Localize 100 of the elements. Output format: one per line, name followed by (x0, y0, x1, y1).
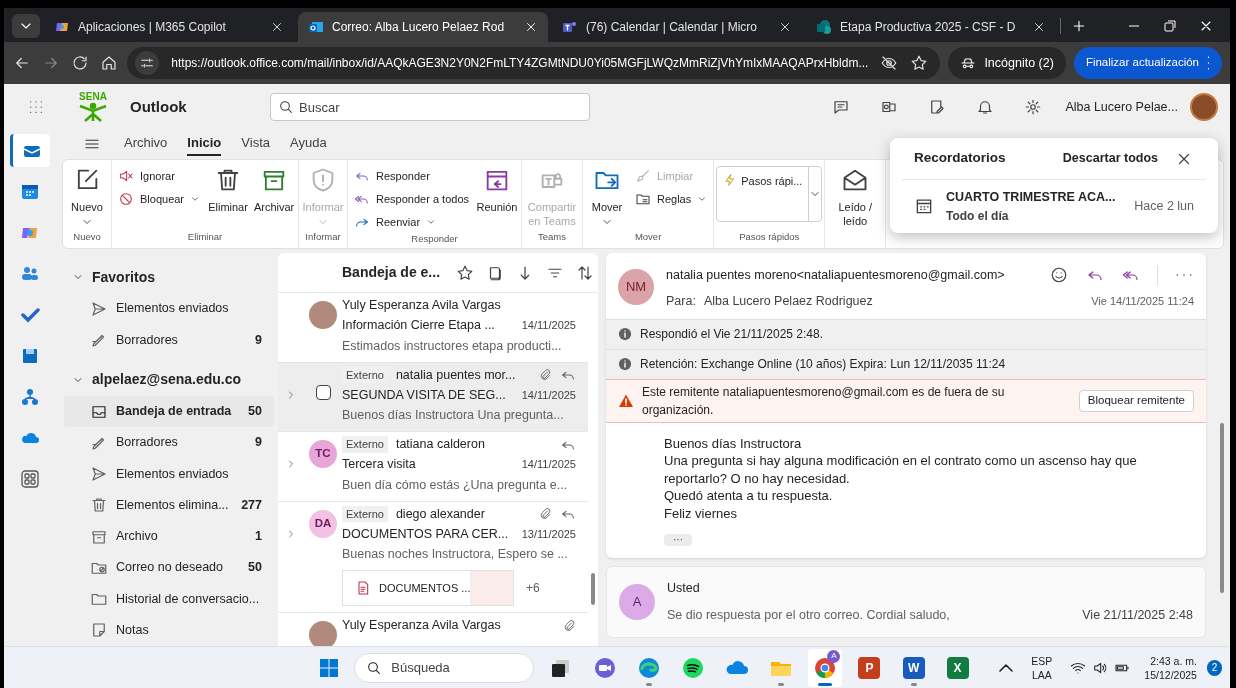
body-text: Una pregunta si hay alguna modificación en el contrato como un ascenso hay que reportarlo? O no hay necesidad. (664, 452, 1138, 488)
menu-tab[interactable]: Ayuda (290, 131, 327, 156)
language-indicator[interactable]: ESP LAA (1027, 653, 1057, 682)
org-chart-icon (20, 386, 40, 407)
nav-rail-item[interactable] (10, 134, 50, 167)
taskbar-search-field[interactable]: Búsqueda (354, 652, 534, 683)
message-preview: Buen día cómo estás ¿Una pregunta e... (342, 476, 569, 494)
block-sender-button[interactable]: Bloquear remitente (1078, 389, 1194, 412)
ribbon-button[interactable]: Reglas (631, 189, 712, 209)
ribbon-button[interactable]: Reunión (475, 166, 519, 214)
browser-tab[interactable]: Correo: Alba Lucero Pelaez Rod (298, 12, 548, 42)
message-subject: Tercera visita (342, 456, 417, 473)
search-icon (366, 659, 383, 676)
external-tag: Externo (342, 436, 388, 453)
app-letter-tile: W (902, 656, 925, 679)
avatar-photo (309, 621, 337, 646)
checkbox[interactable] (315, 384, 331, 400)
caret-up-icon (999, 663, 1013, 672)
sender-name: Yuly Esperanza Avila Vargas (342, 617, 501, 635)
sender-avatar: NM (618, 269, 654, 305)
broom-icon (635, 168, 651, 184)
incognito-button[interactable]: Incógnito (2) (948, 47, 1066, 79)
folder-section-header[interactable]: Favoritos (64, 261, 274, 294)
reminder-subtitle: Todo el día (946, 207, 1010, 225)
ribbon-group-label: Pasos rápidos (738, 229, 801, 244)
ribbon-button[interactable]: Leído / leído (827, 166, 884, 228)
ribbon-button[interactable]: Responder a todos (350, 189, 473, 209)
update-button[interactable]: Finalizar actualización (1073, 47, 1222, 79)
reminder-item[interactable]: CUARTO TRIMESTRE ACA... Todo el día Hace 2 lun (902, 180, 1206, 225)
dismiss-all-button[interactable]: Descartar todos (1062, 149, 1158, 168)
folder-item[interactable]: Elementos enviados (64, 293, 274, 325)
folder-item[interactable]: Historial de conversacio... (64, 583, 274, 615)
ribbon-button[interactable]: Eliminar (206, 166, 251, 214)
info-icon (618, 357, 632, 372)
message-datetime: Vie 14/11/2025 11:24 (1091, 294, 1194, 310)
reaction-button[interactable] (1049, 265, 1069, 285)
folder-section-header[interactable]: alpelaez@sena.edu.co (64, 363, 274, 396)
circle-logo-icon (816, 19, 832, 35)
folder-item[interactable]: Borradores 9 (64, 427, 274, 459)
block-icon (118, 191, 134, 207)
search-icon (278, 99, 294, 115)
ribbon-button[interactable]: Responder (350, 166, 473, 186)
restore-icon[interactable] (1162, 18, 1178, 34)
ribbon-button[interactable]: Nuevo (65, 166, 109, 228)
avatar-photo[interactable] (1190, 93, 1218, 121)
taskbar-app[interactable]: X (940, 648, 975, 687)
info-text: Retención: Exchange Online (10 años) Expira: Lun 12/11/2035 11:24 (640, 356, 1006, 374)
paperclip-icon (538, 368, 552, 382)
reply-sender: Usted (667, 580, 701, 598)
browser-tab[interactable]: Aplicaciones | M365 Copilot (44, 12, 294, 42)
notification-badge[interactable]: 2 (1206, 659, 1223, 676)
trash-icon (90, 496, 108, 515)
info-icon (618, 327, 632, 342)
sender-avatar: A (619, 584, 655, 620)
menu-tab[interactable]: Archivo (124, 131, 168, 156)
tab-list-button[interactable] (12, 14, 40, 38)
ribbon-button[interactable]: Reenviar (350, 212, 473, 232)
user-name[interactable]: Alba Lucero Pelae... (1065, 97, 1178, 117)
folder-item[interactable]: Archivo 1 (64, 520, 274, 553)
folder-item[interactable]: Elementos enviados (64, 458, 274, 490)
paperclip-icon (562, 618, 576, 633)
quick-steps-gallery[interactable]: Pasos rápi... (716, 166, 823, 222)
message-subject: SEGUNDA VISITA DE SEG... (342, 386, 507, 404)
show-more-button[interactable]: ··· (664, 534, 692, 547)
star-icon (456, 263, 475, 282)
document-icon (355, 580, 371, 596)
four-squares-icon (319, 657, 340, 678)
folder-item[interactable]: Correo no deseado 50 (64, 552, 274, 584)
taskbar-app[interactable]: W (896, 648, 931, 687)
taskbar-app[interactable]: P (852, 648, 887, 687)
ribbon-button[interactable]: Mover (585, 166, 629, 228)
muted-speaker-icon (118, 168, 134, 184)
folder-item[interactable]: Notas (64, 614, 274, 646)
reply-card[interactable]: A Usted Se dio respuesta por el otro correo. Cordial saludo, Vie 21/11/2025 2:48 (606, 566, 1206, 638)
message-item[interactable]: Externo natalia puentes mor... SEGUNDA VISITA DE SEG... 14/11/2025 Buenos días Instructora Una pregunta... (278, 362, 588, 432)
ribbon-button[interactable]: Ignorar (114, 166, 205, 186)
taskbar-app[interactable]: A (808, 648, 843, 687)
folder-item[interactable]: Borradores 9 (64, 324, 274, 356)
folder-item[interactable]: Bandeja de entrada 50 (64, 395, 274, 428)
home-icon (99, 54, 118, 72)
browser-tab[interactable]: (76) Calendar | Calendar | Micro (552, 12, 802, 42)
close-icon (1032, 20, 1046, 34)
clock[interactable]: 2:43 a. m. 15/12/2025 (1144, 653, 1197, 682)
app-launcher-icon (27, 98, 45, 116)
address-bar[interactable]: https://outlook.office.com/mail/inbox/id/AAQkAGE3N2Y0N2FmLTY4ZGMtNDU0Yi05MGFjLWQzMmRiZjVhYmIxMAAQAPrxHbldm... (127, 47, 941, 79)
browser-tab[interactable]: Etapa Productiva 2025 - CSF - D (806, 12, 1056, 42)
ribbon-button[interactable]: Bloquear (114, 189, 205, 209)
menu-tab[interactable]: Inicio (187, 131, 222, 156)
avatar-initials: DA (309, 509, 337, 538)
video-camera-icon (593, 655, 618, 680)
menu-tab[interactable]: Vista (241, 131, 270, 156)
tab-title: Etapa Productiva 2025 - CSF - D (840, 19, 1017, 36)
reminder-time: Hace 2 lun (1134, 198, 1194, 215)
folder-item[interactable]: Elementos elimina... 277 (64, 489, 274, 521)
message-date: 13/11/2025 (521, 526, 576, 542)
attachment-card[interactable]: DOCUMENTOS ... (342, 570, 514, 606)
search-field[interactable]: Buscar (270, 93, 590, 121)
ribbon-button[interactable]: Archivar (252, 166, 297, 214)
eye-off-icon (880, 54, 899, 72)
tab-title: Aplicaciones | M365 Copilot (78, 19, 227, 36)
